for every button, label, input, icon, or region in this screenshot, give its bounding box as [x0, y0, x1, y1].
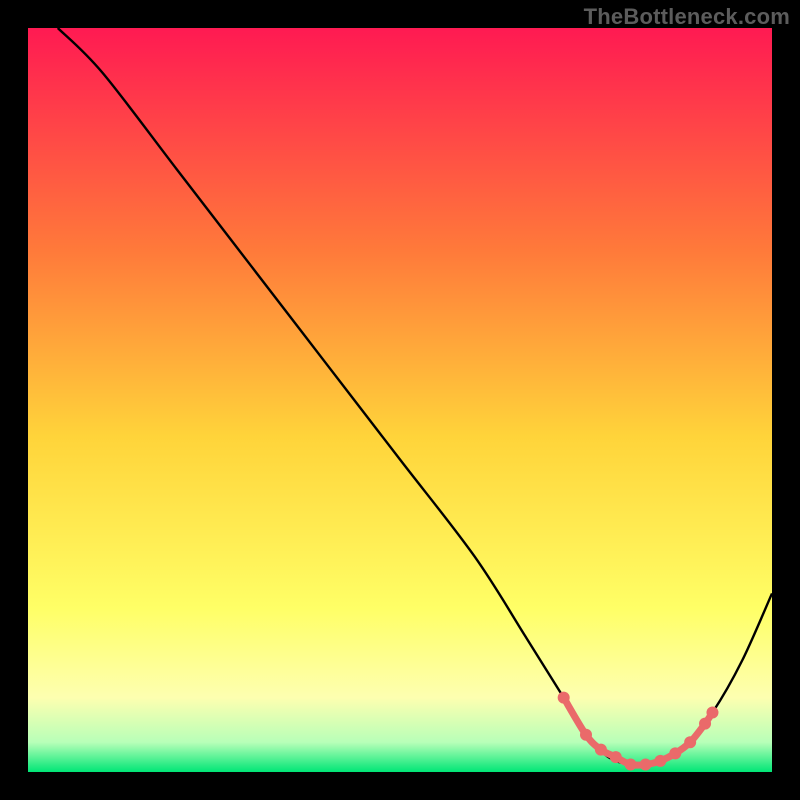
optimal-point — [669, 747, 681, 759]
optimal-point — [640, 759, 652, 771]
optimal-point — [706, 706, 718, 718]
optimal-point — [595, 744, 607, 756]
plot-area — [28, 28, 772, 772]
optimal-point — [684, 736, 696, 748]
optimal-point — [558, 692, 570, 704]
watermark-text: TheBottleneck.com — [584, 4, 790, 30]
optimal-point — [654, 755, 666, 767]
chart-frame: { "watermark": "TheBottleneck.com", "col… — [0, 0, 800, 800]
optimal-point — [580, 729, 592, 741]
optimal-point — [610, 751, 622, 763]
optimal-point — [625, 759, 637, 771]
chart-svg — [0, 0, 800, 800]
optimal-point — [699, 718, 711, 730]
